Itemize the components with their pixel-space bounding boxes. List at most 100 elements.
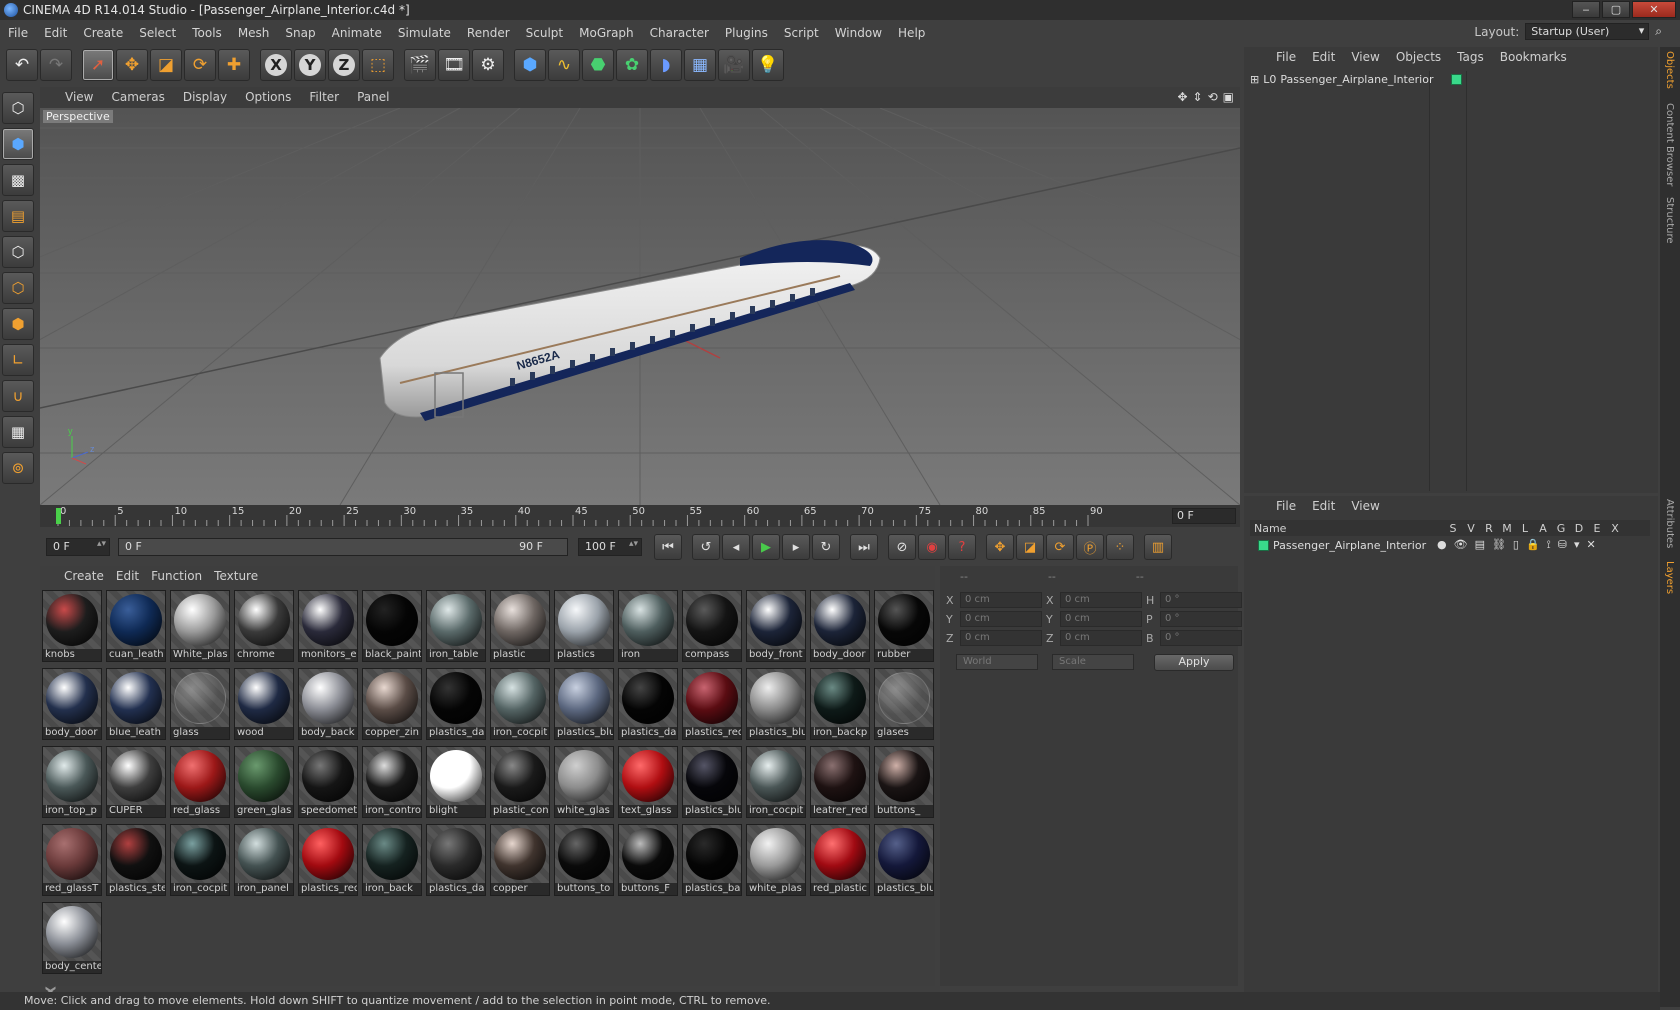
apply-button[interactable]: Apply bbox=[1154, 654, 1234, 671]
live-selection-icon[interactable]: ➚ bbox=[82, 49, 114, 81]
menu-edit[interactable]: Edit bbox=[36, 26, 75, 40]
viewport-menu-panel[interactable]: Panel bbox=[350, 90, 396, 104]
material-swatch[interactable]: body_cente bbox=[42, 902, 102, 974]
z-axis-lock-icon[interactable]: Z bbox=[328, 49, 360, 81]
material-swatch[interactable]: plastic bbox=[490, 590, 550, 662]
material-swatch[interactable]: copper bbox=[490, 824, 550, 896]
material-swatch[interactable]: plastics_blu bbox=[682, 746, 742, 818]
objects-menu-view[interactable]: View bbox=[1343, 50, 1387, 64]
material-swatch[interactable]: plastics_ba bbox=[682, 824, 742, 896]
position-y-field[interactable]: 0 cm bbox=[960, 611, 1042, 627]
material-swatch[interactable]: rubber bbox=[874, 590, 934, 662]
material-swatch[interactable]: iron_cocpit bbox=[490, 668, 550, 740]
menu-select[interactable]: Select bbox=[131, 26, 184, 40]
material-swatch[interactable]: glass bbox=[170, 668, 230, 740]
workplane-icon[interactable]: ▤ bbox=[2, 200, 34, 232]
rotation-b-field[interactable]: 0 ° bbox=[1160, 630, 1242, 646]
material-swatch[interactable]: buttons_to bbox=[554, 824, 614, 896]
material-swatch[interactable]: plastics_blu bbox=[874, 824, 934, 896]
layout-dropdown[interactable]: Startup (User) bbox=[1525, 23, 1650, 40]
pan-icon[interactable]: ✥ bbox=[1177, 90, 1187, 104]
material-swatch[interactable]: white_glas bbox=[554, 746, 614, 818]
move-tool-icon[interactable]: ✥ bbox=[116, 49, 148, 81]
material-swatch[interactable]: blue_leath bbox=[106, 668, 166, 740]
material-swatch[interactable]: CUPER bbox=[106, 746, 166, 818]
material-swatch[interactable]: plastics_blu bbox=[554, 668, 614, 740]
material-swatch[interactable]: cuan_leath bbox=[106, 590, 166, 662]
deformer-icon[interactable]: ◗ bbox=[650, 49, 682, 81]
menu-character[interactable]: Character bbox=[642, 26, 717, 40]
layer-toggle-icons[interactable]: ●👁▤⛓▯🔒⟟⛁▾✕ bbox=[1437, 538, 1603, 552]
layers-menu-edit[interactable]: Edit bbox=[1304, 499, 1343, 513]
render-view-icon[interactable]: 🎬 bbox=[404, 49, 436, 81]
current-frame-field[interactable]: 0 F bbox=[1172, 508, 1236, 524]
material-swatch[interactable]: green_glas bbox=[234, 746, 294, 818]
floor-icon[interactable]: ▦ bbox=[684, 49, 716, 81]
redo-icon[interactable]: ↷ bbox=[40, 49, 72, 81]
locked-workplane-icon[interactable]: ⊚ bbox=[2, 452, 34, 484]
end-frame-field[interactable]: 100 F ▴▾ bbox=[578, 538, 642, 556]
array-icon[interactable]: ✿ bbox=[616, 49, 648, 81]
objects-menu-objects[interactable]: Objects bbox=[1388, 50, 1449, 64]
key-position-icon[interactable]: ✥ bbox=[986, 534, 1014, 560]
menu-mesh[interactable]: Mesh bbox=[230, 26, 278, 40]
material-swatch[interactable]: iron_cocpit bbox=[170, 824, 230, 896]
maximize-button[interactable]: ▢ bbox=[1602, 1, 1630, 18]
objects-menu-tags[interactable]: Tags bbox=[1449, 50, 1492, 64]
material-menu-create[interactable]: Create bbox=[58, 569, 110, 583]
material-swatch[interactable]: plastic_con bbox=[490, 746, 550, 818]
material-swatch[interactable]: buttons_F bbox=[618, 824, 678, 896]
layer-row[interactable]: Passenger_Airplane_Interior ●👁▤⛓▯🔒⟟⛁▾✕ bbox=[1258, 538, 1603, 552]
rotate-tool-icon[interactable]: ⟳ bbox=[184, 49, 216, 81]
viewport-menu-options[interactable]: Options bbox=[238, 90, 298, 104]
menu-tools[interactable]: Tools bbox=[184, 26, 230, 40]
camera-icon[interactable]: 🎥 bbox=[718, 49, 750, 81]
layer-color-swatch[interactable] bbox=[1258, 539, 1269, 551]
key-parameter-icon[interactable]: Ⓟ bbox=[1076, 534, 1104, 560]
menu-help[interactable]: Help bbox=[890, 26, 933, 40]
workplane-grid-icon[interactable]: ▦ bbox=[2, 416, 34, 448]
layers-menu-file[interactable]: File bbox=[1268, 499, 1304, 513]
menu-create[interactable]: Create bbox=[75, 26, 131, 40]
frame-range-slider[interactable]: 0 F 90 F bbox=[118, 538, 568, 556]
layers-menu-view[interactable]: View bbox=[1343, 499, 1387, 513]
material-swatch[interactable]: white_plas bbox=[746, 824, 806, 896]
material-swatch[interactable]: iron_contro bbox=[362, 746, 422, 818]
next-frame-icon[interactable]: ▸ bbox=[782, 534, 810, 560]
material-swatch[interactable]: body_door bbox=[42, 668, 102, 740]
material-swatch[interactable]: text_glass bbox=[618, 746, 678, 818]
material-swatch[interactable]: body_door bbox=[810, 590, 870, 662]
size-z-field[interactable]: 0 cm bbox=[1060, 630, 1142, 646]
material-swatch[interactable]: glases bbox=[874, 668, 934, 740]
viewport-menu-view[interactable]: View bbox=[58, 90, 100, 104]
key-scale-icon[interactable]: ◪ bbox=[1016, 534, 1044, 560]
material-menu-edit[interactable]: Edit bbox=[110, 569, 145, 583]
objects-menu-edit[interactable]: Edit bbox=[1304, 50, 1343, 64]
menu-script[interactable]: Script bbox=[776, 26, 827, 40]
y-axis-lock-icon[interactable]: Y bbox=[294, 49, 326, 81]
object-name[interactable]: Passenger_Airplane_Interior bbox=[1280, 73, 1433, 86]
material-swatch[interactable]: iron_table bbox=[426, 590, 486, 662]
material-swatch[interactable]: monitors_e bbox=[298, 590, 358, 662]
scheme-icon[interactable]: ▥ bbox=[1144, 534, 1172, 560]
nurbs-icon[interactable]: ⬣ bbox=[582, 49, 614, 81]
go-to-start-icon[interactable]: ⏮ bbox=[654, 534, 682, 560]
material-swatch[interactable]: knobs bbox=[42, 590, 102, 662]
material-swatch[interactable]: buttons_ bbox=[874, 746, 934, 818]
material-swatch[interactable]: red_plastic bbox=[810, 824, 870, 896]
objects-menu-file[interactable]: File bbox=[1268, 50, 1304, 64]
rotation-p-field[interactable]: 0 ° bbox=[1160, 611, 1242, 627]
material-menu-function[interactable]: Function bbox=[145, 569, 208, 583]
timeline-ruler[interactable]: 0 5 10 15 20 25 30 35 40 45 50 55 60 65 70 75 80 85 90 0 F bbox=[40, 505, 1240, 527]
snap-icon[interactable]: ∪ bbox=[2, 380, 34, 412]
minimize-button[interactable]: ‒ bbox=[1572, 1, 1600, 18]
material-swatch[interactable]: red_glassT bbox=[42, 824, 102, 896]
material-swatch[interactable]: plastics_da bbox=[426, 824, 486, 896]
material-swatch[interactable]: plastics_blu bbox=[746, 668, 806, 740]
undo-icon[interactable]: ↶ bbox=[6, 49, 38, 81]
material-swatch[interactable]: copper_zin bbox=[362, 668, 422, 740]
orbit-icon[interactable]: ⟲ bbox=[1208, 90, 1218, 104]
menu-render[interactable]: Render bbox=[459, 26, 518, 40]
go-to-end-icon[interactable]: ⏭ bbox=[850, 534, 878, 560]
play-icon[interactable]: ▶ bbox=[752, 534, 780, 560]
